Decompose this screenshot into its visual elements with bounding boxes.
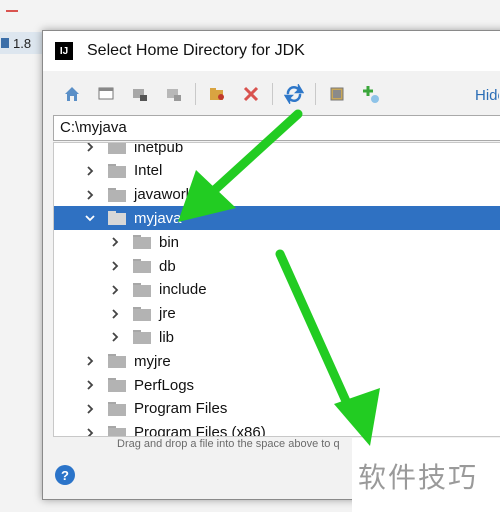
folder-icon — [108, 378, 126, 392]
chevron-down-icon[interactable] — [84, 212, 96, 224]
toolbar-separator — [272, 83, 273, 105]
tree-item-label: Program Files — [134, 400, 228, 418]
tree-row-intel[interactable]: Intel — [54, 159, 500, 183]
background-sdk-row[interactable]: 1.8 — [0, 32, 42, 54]
refresh-button[interactable] — [281, 81, 307, 107]
directory-tree[interactable]: inetpub Intel javawork myjava bin db include jr… — [53, 142, 500, 437]
chevron-right-icon[interactable] — [84, 143, 96, 153]
folder-icon — [133, 330, 151, 345]
tree-row-program-files[interactable]: Program Files — [54, 397, 500, 421]
tree-row-include[interactable]: include — [54, 278, 500, 302]
project-icon — [133, 89, 147, 101]
tree-item-label: myjre — [134, 352, 171, 370]
file-chooser-toolbar — [43, 77, 500, 111]
tree-item-label: bin — [159, 233, 180, 251]
folder-icon — [108, 143, 126, 154]
project-button[interactable] — [127, 81, 153, 107]
tree-row-lib[interactable]: lib — [54, 325, 500, 349]
tree-item-label: db — [159, 257, 176, 275]
new-folder-button[interactable] — [204, 81, 230, 107]
hide-path-link[interactable]: Hide path — [475, 87, 499, 104]
delete-icon — [243, 86, 259, 102]
new-folder-icon — [210, 88, 224, 100]
tree-item-label: PerfLogs — [134, 376, 195, 394]
home-button[interactable] — [59, 81, 85, 107]
toolbar-separator — [195, 83, 196, 105]
folder-icon — [133, 306, 151, 321]
tree-row-program-files-x86[interactable]: Program Files (x86) — [54, 421, 500, 437]
dialog-title: Select Home Directory for JDK — [87, 42, 305, 59]
chevron-right-icon[interactable] — [109, 260, 121, 272]
tree-row-inetpub[interactable]: inetpub — [54, 142, 500, 159]
home-icon — [65, 87, 79, 101]
tree-item-label: Program Files (x86) — [134, 424, 266, 437]
tree-item-label: lib — [159, 328, 175, 346]
refresh-icon — [284, 84, 304, 104]
chevron-right-icon[interactable] — [109, 331, 121, 343]
chevron-right-icon[interactable] — [84, 379, 96, 391]
show-hidden-button[interactable] — [324, 81, 350, 107]
folder-icon — [108, 187, 126, 202]
tree-row-myjava[interactable]: myjava — [54, 206, 500, 231]
tree-item-label: jre — [159, 305, 176, 323]
folder-icon — [133, 235, 151, 250]
tree-item-label: myjava — [134, 209, 182, 227]
tree-row-jre[interactable]: jre — [54, 302, 500, 326]
tree-row-db[interactable]: db — [54, 254, 500, 278]
help-icon[interactable]: ? — [55, 465, 75, 485]
folder-icon — [108, 163, 126, 178]
path-input[interactable]: C:\myjava — [53, 115, 500, 141]
folder-icon — [108, 401, 126, 416]
delete-button[interactable] — [238, 81, 264, 107]
chevron-right-icon[interactable] — [84, 165, 96, 177]
drag-drop-hint: Drag and drop a file into the space abov… — [117, 438, 340, 450]
chevron-right-icon[interactable] — [109, 284, 121, 296]
tree-item-label: Intel — [134, 162, 163, 180]
background-indicator — [6, 10, 18, 12]
watermark: 软件技巧 — [352, 438, 500, 512]
chevron-right-icon[interactable] — [109, 236, 121, 248]
desktop-icon — [98, 87, 114, 100]
desktop-button[interactable] — [93, 81, 119, 107]
sdk-version-label: 1.8 — [13, 35, 32, 51]
chevron-right-icon[interactable] — [84, 189, 96, 201]
folder-icon — [133, 282, 151, 297]
add-icon — [363, 86, 379, 103]
module-icon — [167, 89, 181, 101]
tree-item-label: inetpub — [134, 142, 184, 156]
toolbar-separator — [315, 83, 316, 105]
sdk-icon — [1, 38, 9, 48]
folder-icon — [108, 425, 126, 436]
folder-icon — [108, 211, 126, 226]
chevron-right-icon[interactable] — [109, 308, 121, 320]
select-jdk-dialog: IJ Select Home Directory for JDK Hid C:\… — [42, 30, 500, 500]
add-button[interactable] — [358, 81, 384, 107]
tree-row-bin[interactable]: bin — [54, 230, 500, 254]
chevron-right-icon[interactable] — [84, 403, 96, 415]
folder-icon — [108, 354, 126, 369]
tree-item-label: include — [159, 281, 207, 299]
chevron-right-icon[interactable] — [84, 355, 96, 367]
tree-row-perflogs[interactable]: PerfLogs — [54, 373, 500, 397]
chevron-right-icon[interactable] — [84, 427, 96, 436]
watermark-text: 软件技巧 — [358, 461, 479, 494]
intellij-logo-icon: IJ — [55, 42, 73, 60]
show-hidden-icon — [330, 87, 344, 101]
tree-row-myjre[interactable]: myjre — [54, 349, 500, 373]
dialog-title-bar[interactable]: IJ Select Home Directory for JDK — [43, 31, 500, 71]
tree-row-javawork[interactable]: javawork — [54, 183, 500, 207]
tree-item-label: javawork — [134, 186, 194, 204]
folder-icon — [133, 259, 151, 273]
module-button[interactable] — [161, 81, 187, 107]
